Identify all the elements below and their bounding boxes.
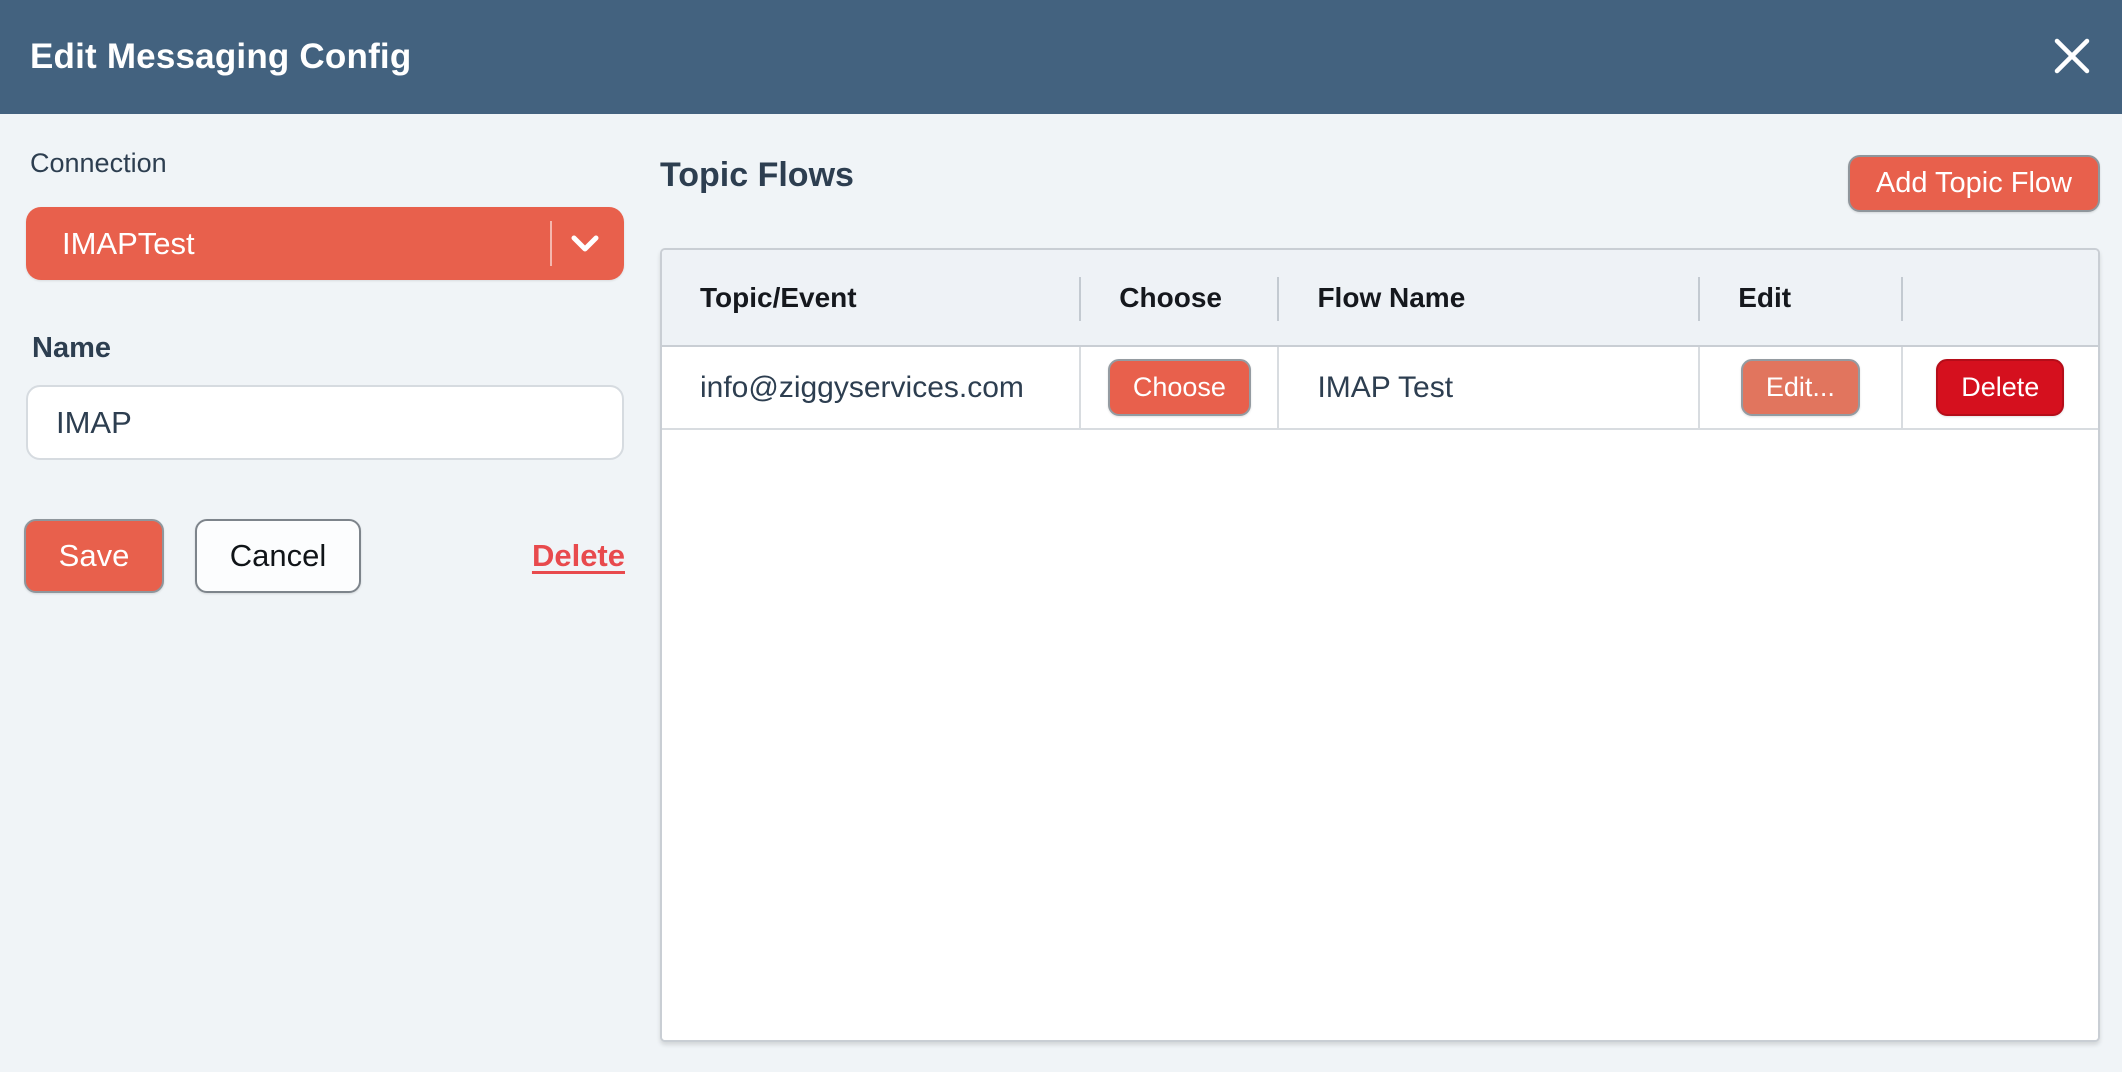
connection-select-value: IMAPTest — [26, 226, 195, 262]
close-button[interactable] — [2048, 33, 2096, 81]
delete-button[interactable]: Delete — [1936, 359, 2064, 416]
cell-flow-name: IMAP Test — [1279, 347, 1700, 428]
table-empty-area — [662, 430, 2098, 1040]
select-divider — [550, 221, 552, 266]
cell-choose: Choose — [1081, 347, 1279, 428]
close-icon — [2052, 36, 2092, 79]
table-header-row: Topic/Event Choose Flow Name Edit — [662, 250, 2098, 347]
cell-topic-event: info@ziggyservices.com — [662, 347, 1081, 428]
chevron-down-icon — [568, 207, 602, 280]
name-input[interactable] — [26, 385, 624, 460]
modal-title: Edit Messaging Config — [0, 37, 411, 77]
column-header-edit: Edit — [1700, 250, 1902, 345]
save-button[interactable]: Save — [24, 519, 164, 593]
column-header-choose: Choose — [1081, 250, 1279, 345]
name-label: Name — [32, 332, 111, 365]
connection-label: Connection — [30, 148, 167, 179]
delete-link[interactable]: Delete — [532, 538, 625, 574]
column-header-actions — [1903, 250, 2098, 345]
connection-select[interactable]: IMAPTest — [26, 207, 624, 280]
cancel-button[interactable]: Cancel — [195, 519, 361, 593]
column-header-topic-event: Topic/Event — [662, 250, 1081, 345]
table-row: info@ziggyservices.com Choose IMAP Test … — [662, 347, 2098, 430]
edit-button[interactable]: Edit... — [1741, 359, 1860, 416]
modal-header: Edit Messaging Config — [0, 0, 2122, 114]
choose-button[interactable]: Choose — [1108, 359, 1251, 416]
column-header-flow-name: Flow Name — [1279, 250, 1700, 345]
add-topic-flow-button[interactable]: Add Topic Flow — [1848, 155, 2100, 212]
form-actions: Save Cancel Delete — [24, 519, 625, 593]
topic-flows-heading: Topic Flows — [660, 156, 854, 195]
cell-delete: Delete — [1903, 347, 2098, 428]
edit-messaging-config-modal: Edit Messaging Config Connection IMAPTes… — [0, 0, 2122, 1072]
topic-flows-table: Topic/Event Choose Flow Name Edit info@z… — [660, 248, 2100, 1042]
cell-edit: Edit... — [1700, 347, 1902, 428]
